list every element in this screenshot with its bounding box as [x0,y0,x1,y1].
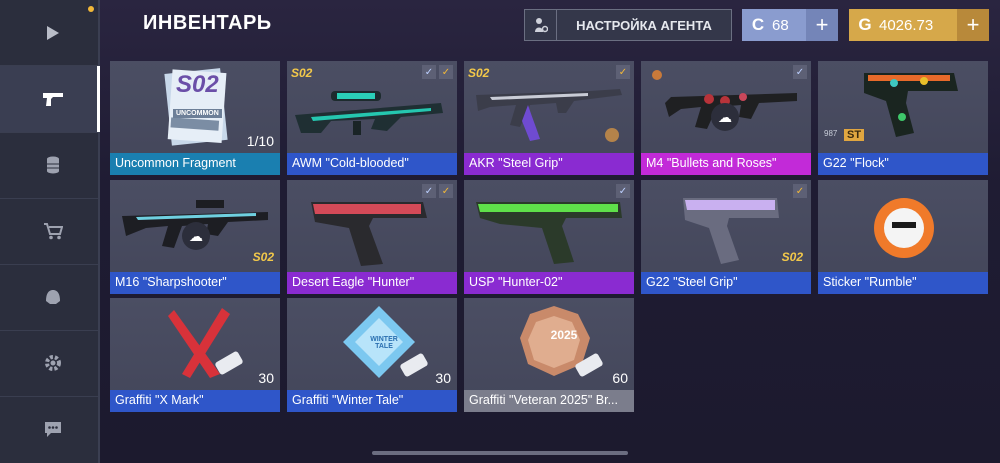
gold-value: 4026.73 [879,16,934,34]
pistol-icon[interactable] [38,84,68,114]
cloud-upload-icon[interactable]: ☁ [182,222,210,250]
item-count: 30 [435,370,451,386]
agent-icon [525,10,557,40]
scrollbar[interactable] [372,451,628,455]
divider [0,264,98,265]
add-credits-button[interactable]: + [806,9,838,41]
coins-icon[interactable] [38,150,68,180]
pistol-art [864,73,958,137]
stattrack-badge: ST [844,129,865,141]
inventory-item-m16[interactable]: ☁ S02 M16 "Sharpshooter" [110,180,280,294]
pistol-art [311,202,427,266]
item-name: Desert Eagle "Hunter" [287,272,457,294]
pistol-art [683,198,779,264]
item-name: AKR "Steel Grip" [464,153,634,175]
check-icon: ✓ [793,184,807,198]
item-name: Graffiti "X Mark" [110,390,280,412]
chat-icon[interactable] [38,414,68,444]
gold-icon: G [858,15,872,34]
helmet-icon[interactable] [38,282,68,312]
inventory-item-usp[interactable]: ✓ USP "Hunter-02" [464,180,634,294]
inventory-item-m4[interactable]: ✓ ☁ M4 "Bullets and Roses" [641,61,811,175]
inventory-item-g22-steel-grip[interactable]: ✓ S02 G22 "Steel Grip" [641,180,811,294]
item-name: M4 "Bullets and Roses" [641,153,811,175]
agent-settings-label: НАСТРОЙКА АГЕНТА [576,17,712,33]
item-name: Uncommon Fragment [110,153,280,175]
item-count: 30 [258,370,274,386]
graffiti-art [520,306,603,377]
inventory-item-graffiti-veteran-2025[interactable]: 2025 60 Graffiti "Veteran 2025" Br... [464,298,634,412]
inventory-item-uncommon-fragment[interactable]: S02 UNCOMMON 1/10 Uncommon Fragment [110,61,280,175]
item-name: G22 "Steel Grip" [641,272,811,294]
cart-icon[interactable] [38,216,68,246]
divider [0,132,98,133]
inventory-item-graffiti-winter-tale[interactable]: WINTER TALE 30 Graffiti "Winter Tale" [287,298,457,412]
fragment-card-small: UNCOMMON [173,109,222,118]
credits-icon: C [751,15,765,34]
season-badge: S02 [291,66,313,80]
gold-balance: G 4026.73 + [849,9,989,41]
item-name: AWM "Cold-blooded" [287,153,457,175]
add-gold-button[interactable]: + [957,9,989,41]
item-count: 60 [612,370,628,386]
notification-dot [88,6,94,12]
rifle-art [476,89,622,142]
inventory-item-akr[interactable]: S02 ✓ AKR "Steel Grip" [464,61,634,175]
check-icon: ✓ [422,65,436,79]
agent-settings-button[interactable]: НАСТРОЙКА АГЕНТА [524,9,732,41]
sticker-art [874,198,934,258]
inventory-item-g22-flock[interactable]: 987 ST G22 "Flock" [818,61,988,175]
equipped-checks: ✓ ✓ [422,65,453,79]
item-name: Graffiti "Winter Tale" [287,390,457,412]
graffiti-text: WINTER TALE [370,336,398,350]
pistol-art [476,202,622,264]
credits-balance: C 68 + [742,9,838,41]
item-name: G22 "Flock" [818,153,988,175]
gear-icon[interactable] [38,348,68,378]
divider [0,396,98,397]
page-title: ИНВЕНТАРЬ [143,12,272,34]
inventory-item-graffiti-x-mark[interactable]: 30 Graffiti "X Mark" [110,298,280,412]
item-name: Sticker "Rumble" [818,272,988,294]
equipped-checks: ✓ [793,184,807,198]
inventory-item-desert-eagle[interactable]: ✓ ✓ Desert Eagle "Hunter" [287,180,457,294]
cloud-upload-icon[interactable]: ☁ [711,103,739,131]
season-badge: S02 [781,250,803,264]
rifle-art [295,91,443,135]
item-name: M16 "Sharpshooter" [110,272,280,294]
inventory-item-sticker-rumble[interactable]: Sticker "Rumble" [818,180,988,294]
divider [0,198,98,199]
sidebar [0,0,100,463]
divider [0,330,98,331]
check-icon: ✓ [439,65,453,79]
graffiti-text: 2025 [550,328,578,342]
item-count: 1/10 [246,133,274,149]
graffiti-art [168,308,243,378]
season-badge: S02 [252,250,274,264]
item-subcount: 987 [824,129,838,138]
play-icon[interactable] [38,18,68,48]
fragment-card-big: S02 [176,71,219,98]
inventory-item-awm[interactable]: S02 ✓ ✓ AWM "Cold-blooded" [287,61,457,175]
item-name: Graffiti "Veteran 2025" Br... [464,390,634,412]
credits-value: 68 [772,16,789,34]
item-name: USP "Hunter-02" [464,272,634,294]
